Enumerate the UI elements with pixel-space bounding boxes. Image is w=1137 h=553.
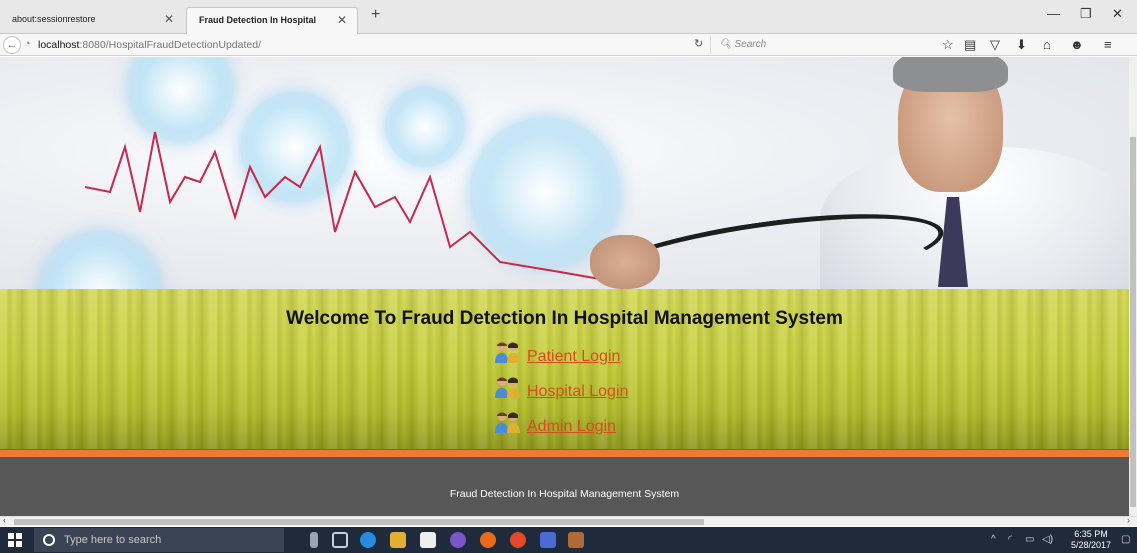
footer: Fraud Detection In Hospital Management S… <box>0 457 1129 516</box>
bookmark-star-icon[interactable]: ☆ <box>942 37 954 53</box>
vertical-scrollbar[interactable] <box>1129 57 1137 516</box>
horizontal-scrollbar[interactable]: ‹ › <box>0 515 1137 526</box>
close-tab-icon[interactable]: ✕ <box>164 12 174 26</box>
tray-chevron-icon[interactable]: ^ <box>991 534 996 545</box>
admin-login-label: Admin Login <box>527 418 616 435</box>
url-bar[interactable]: localhost:8080/HospitalFraudDetectionUpd… <box>38 36 706 54</box>
page-content: Welcome To Fraud Detection In Hospital M… <box>0 57 1129 516</box>
back-icon[interactable]: ← <box>3 36 21 54</box>
header-banner-image <box>0 57 1129 289</box>
scrollbar-thumb[interactable] <box>14 519 704 525</box>
microphone-icon[interactable] <box>310 532 318 548</box>
download-icon[interactable]: ⬇ <box>1016 37 1027 53</box>
doctor-hand <box>590 235 660 289</box>
taskbar-clock[interactable]: 6:35 PM 5/28/2017 <box>1069 529 1113 551</box>
navigation-bar: ← ◔ localhost:8080/HospitalFraudDetectio… <box>0 34 1137 56</box>
taskbar-search-placeholder: Type here to search <box>64 534 162 546</box>
file-explorer-icon[interactable] <box>390 532 406 548</box>
reading-list-icon[interactable]: ▤ <box>964 37 976 53</box>
pocket-icon[interactable]: ▽ <box>990 37 1000 53</box>
users-icon <box>495 412 520 433</box>
site-info-icon[interactable]: ◔ <box>24 38 31 50</box>
app-icon[interactable] <box>450 532 466 548</box>
hospital-login-label: Hospital Login <box>527 383 629 400</box>
cortana-icon <box>43 534 55 546</box>
task-view-icon[interactable] <box>332 532 348 548</box>
url-host: localhost <box>38 39 80 51</box>
restore-icon[interactable]: ❐ <box>1080 6 1092 22</box>
tab-strip: about:sessionrestore ✕ Fraud Detection I… <box>0 0 1137 34</box>
tab-sessionrestore[interactable]: about:sessionrestore ✕ <box>0 7 184 34</box>
close-tab-icon[interactable]: ✕ <box>337 13 347 27</box>
battery-icon[interactable]: ▭ <box>1025 534 1034 545</box>
close-icon[interactable]: ✕ <box>1112 6 1123 22</box>
chrome-icon[interactable] <box>510 532 526 548</box>
new-tab-button[interactable]: + <box>371 6 380 24</box>
search-input[interactable]: 🔍︎ Search <box>710 36 920 54</box>
welcome-section: Welcome To Fraud Detection In Hospital M… <box>0 289 1129 449</box>
minimize-icon[interactable]: — <box>1047 6 1060 21</box>
edge-icon[interactable] <box>360 532 376 548</box>
url-path: :8080/HospitalFraudDetectionUpdated/ <box>79 39 261 51</box>
scrollbar-thumb[interactable] <box>1130 137 1136 507</box>
menu-icon[interactable]: ≡ <box>1104 37 1112 52</box>
patient-login-label: Patient Login <box>527 348 621 365</box>
eclipse-icon[interactable] <box>540 532 556 548</box>
divider-band <box>0 449 1129 457</box>
doctor-hair <box>893 57 1008 92</box>
windows-start-icon[interactable] <box>8 533 22 547</box>
volume-icon[interactable]: ◁) <box>1042 534 1053 545</box>
tab-fraud-detection[interactable]: Fraud Detection In Hospital ✕ <box>186 7 358 34</box>
search-icon: 🔍︎ <box>719 39 732 50</box>
app-icon[interactable] <box>568 532 584 548</box>
heartbeat-line-icon <box>84 131 601 280</box>
search-placeholder: Search <box>734 39 767 50</box>
store-icon[interactable] <box>420 532 436 548</box>
network-icon[interactable]: ◜ <box>1008 534 1012 545</box>
clock-time: 6:35 PM <box>1074 529 1108 539</box>
scroll-right-icon[interactable]: › <box>1127 515 1130 525</box>
reload-icon[interactable]: ↻ <box>694 37 703 50</box>
windows-taskbar: Type here to search ^ ◜ ▭ ◁) 6:35 PM 5/2… <box>0 527 1137 553</box>
welcome-title: Welcome To Fraud Detection In Hospital M… <box>286 308 843 329</box>
tab-label: Fraud Detection In Hospital <box>199 15 317 25</box>
notifications-icon[interactable]: ▢ <box>1121 534 1130 545</box>
tab-label: about:sessionrestore <box>12 14 96 24</box>
chat-icon[interactable]: ☻ <box>1070 37 1084 52</box>
clock-date: 5/28/2017 <box>1070 540 1112 550</box>
scroll-left-icon[interactable]: ‹ <box>3 515 6 525</box>
firefox-icon[interactable] <box>480 532 496 548</box>
taskbar-search-input[interactable]: Type here to search <box>34 528 284 552</box>
home-icon[interactable]: ⌂ <box>1043 37 1051 52</box>
footer-text: Fraud Detection In Hospital Management S… <box>449 488 680 500</box>
users-icon <box>495 377 520 398</box>
users-icon <box>495 342 520 363</box>
